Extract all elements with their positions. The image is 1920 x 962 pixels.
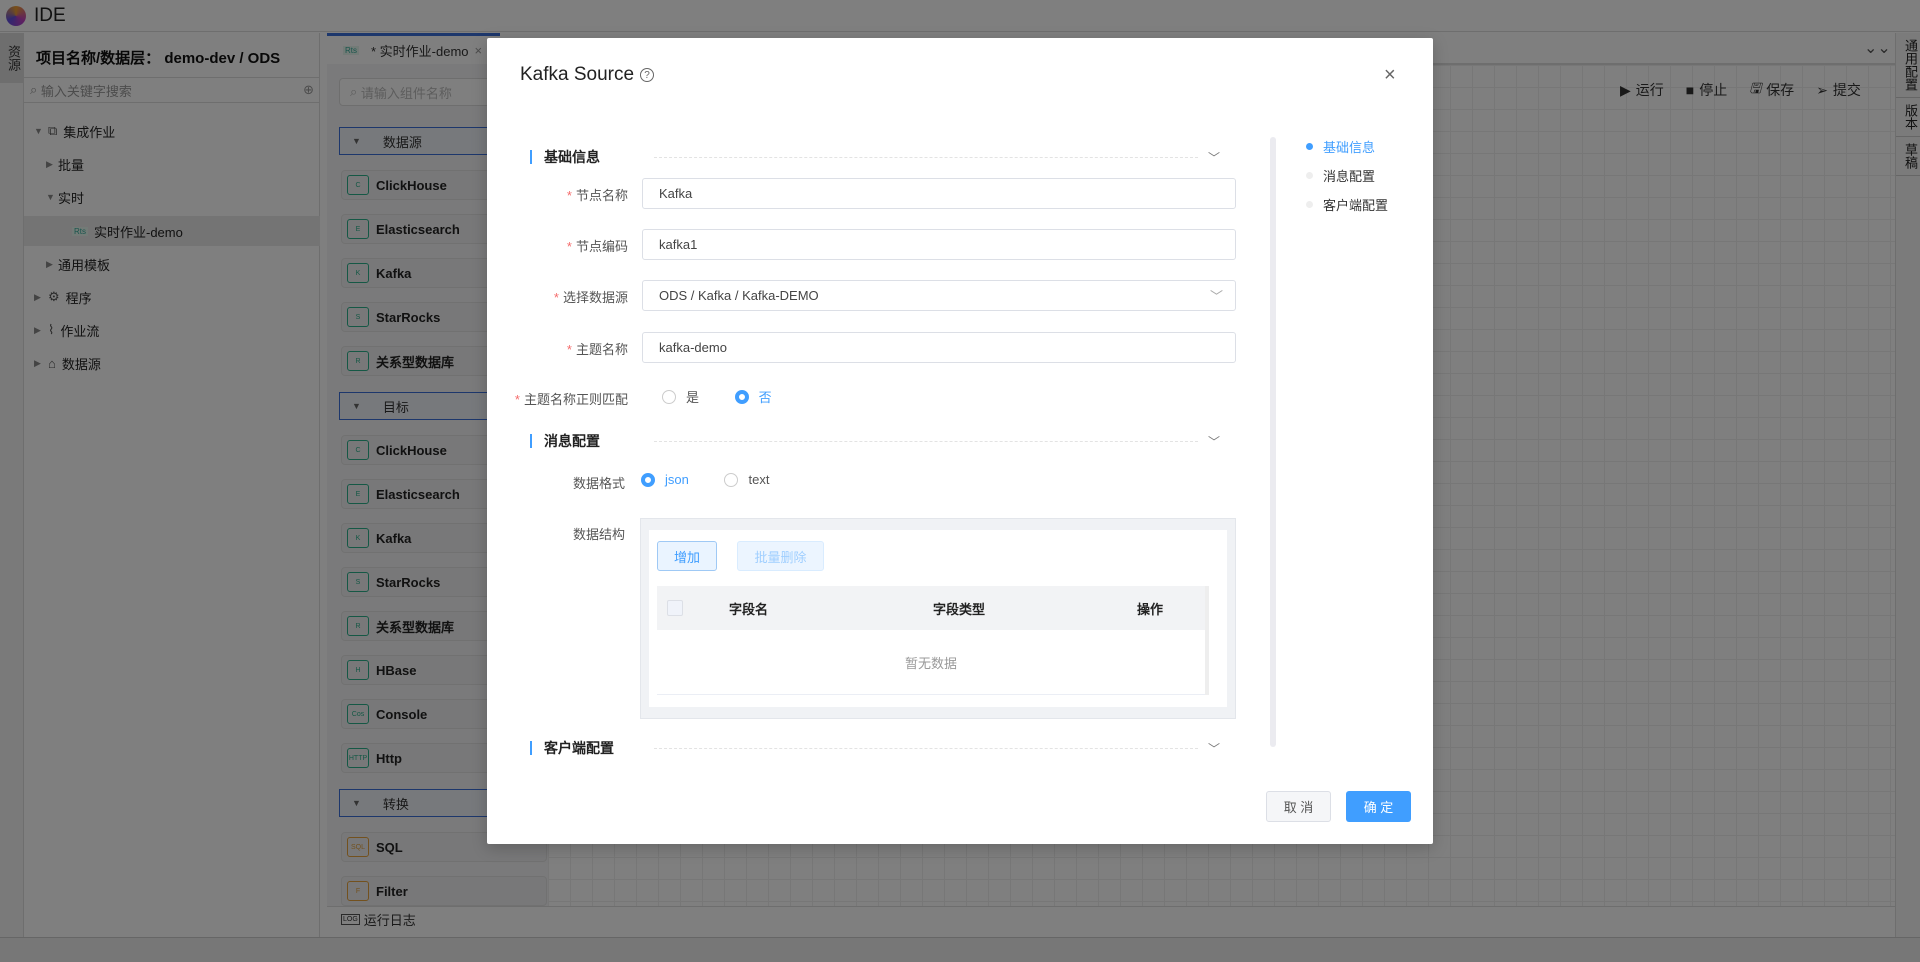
table-header: 字段名 字段类型 操作	[657, 586, 1205, 630]
node-code-input[interactable]: kafka1	[642, 229, 1236, 260]
nav-message-config[interactable]: 消息配置	[1306, 166, 1375, 185]
radio-text[interactable]: text	[724, 472, 769, 487]
column-actions: 操作	[1137, 601, 1164, 617]
section-marker	[530, 434, 532, 448]
nav-dot	[1306, 143, 1313, 150]
dialog-form: 基础信息 ﹀ * 节点名称 Kafka * 节点编码 kafka1 * 选择数据源 O…	[487, 128, 1267, 768]
dialog-title: Kafka Source ?	[520, 64, 655, 86]
confirm-button[interactable]: 确 定	[1346, 791, 1411, 822]
divider	[654, 440, 1198, 442]
chevron-down-icon[interactable]: ﹀	[1208, 149, 1220, 166]
divider	[654, 747, 1198, 749]
nav-dot	[1306, 201, 1313, 208]
radio-circle-checked	[641, 472, 655, 487]
radio-circle-checked	[734, 389, 749, 404]
select-all-checkbox[interactable]	[667, 600, 683, 616]
topic-regex-radio-group: 是 否	[662, 387, 804, 407]
node-code-label: * 节点编码	[566, 239, 628, 254]
table-scrollbar[interactable]	[1205, 586, 1209, 695]
batch-delete-button[interactable]: 批量删除	[737, 541, 824, 571]
divider	[654, 156, 1198, 158]
column-field-type: 字段类型	[933, 601, 986, 617]
radio-circle	[724, 472, 739, 487]
chevron-down-icon[interactable]: ﹀	[1208, 433, 1220, 450]
radio-json[interactable]: json	[641, 472, 689, 487]
chevron-down-icon[interactable]: ﹀	[1208, 740, 1220, 757]
datasource-value: ODS / Kafka / Kafka-DEMO	[659, 288, 819, 303]
node-name-input[interactable]: Kafka	[642, 178, 1236, 209]
dialog-title-text: Kafka Source	[520, 64, 635, 85]
nav-dot	[1306, 172, 1313, 179]
section-title: 客户端配置	[544, 740, 614, 756]
radio-yes[interactable]: 是	[662, 387, 699, 406]
section-title: 消息配置	[544, 433, 600, 449]
form-scrollbar[interactable]	[1270, 137, 1276, 747]
data-format-label: 数据格式	[572, 476, 625, 491]
section-title: 基础信息	[544, 149, 600, 165]
topic-regex-label: * 主题名称正则匹配	[514, 392, 628, 407]
data-structure-box: 增加 批量删除 字段名 字段类型 操作 暂无数据	[640, 518, 1236, 719]
column-field-name: 字段名	[729, 601, 769, 617]
radio-circle	[662, 389, 676, 404]
kafka-source-dialog: Kafka Source ? × 基础信息 ﹀ * 节点名称 Kafka * 节点编…	[487, 38, 1433, 844]
cancel-button[interactable]: 取 消	[1266, 791, 1331, 822]
datasource-select[interactable]: ODS / Kafka / Kafka-DEMO ﹀	[642, 280, 1236, 311]
help-icon[interactable]: ?	[640, 68, 655, 82]
section-message-config[interactable]: 消息配置 ﹀	[530, 431, 1220, 451]
topic-label: * 主题名称	[566, 342, 628, 357]
radio-no[interactable]: 否	[734, 387, 772, 406]
datasource-label: * 选择数据源	[553, 290, 628, 305]
chevron-down-icon: ﹀	[1209, 289, 1223, 304]
section-client-config[interactable]: 客户端配置 ﹀	[530, 738, 1220, 758]
section-marker	[530, 741, 532, 755]
table-empty-text: 暂无数据	[657, 630, 1205, 695]
data-format-radio-group: json text	[641, 472, 801, 490]
section-basic-info[interactable]: 基础信息 ﹀	[530, 147, 1220, 167]
topic-input[interactable]: kafka-demo	[642, 332, 1236, 363]
nav-client-config[interactable]: 客户端配置	[1306, 195, 1388, 214]
add-field-button[interactable]: 增加	[657, 541, 717, 571]
close-icon[interactable]: ×	[1384, 64, 1396, 87]
data-structure-label: 数据结构	[572, 527, 625, 542]
data-structure-table-card: 增加 批量删除 字段名 字段类型 操作 暂无数据	[649, 530, 1227, 707]
node-name-label: * 节点名称	[566, 188, 628, 203]
section-marker	[530, 150, 532, 164]
nav-basic-info[interactable]: 基础信息	[1306, 137, 1375, 156]
